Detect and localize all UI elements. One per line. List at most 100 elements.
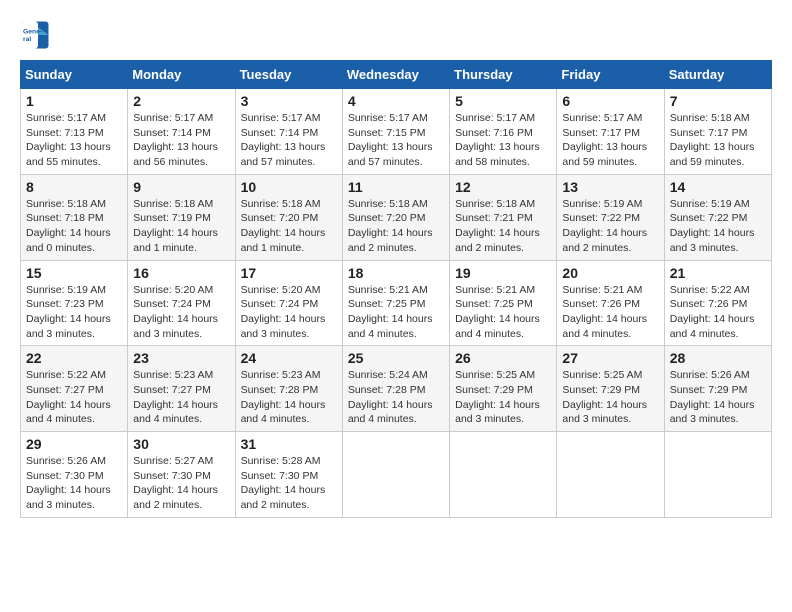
calendar-cell: 8 Sunrise: 5:18 AMSunset: 7:18 PMDayligh…: [21, 174, 128, 260]
calendar-cell: 20 Sunrise: 5:21 AMSunset: 7:26 PMDaylig…: [557, 260, 664, 346]
calendar-cell: 31 Sunrise: 5:28 AMSunset: 7:30 PMDaylig…: [235, 432, 342, 518]
day-number: 1: [26, 93, 122, 109]
day-number: 22: [26, 350, 122, 366]
day-detail: Sunrise: 5:17 AMSunset: 7:14 PMDaylight:…: [241, 112, 326, 168]
day-number: 16: [133, 265, 229, 281]
day-detail: Sunrise: 5:20 AMSunset: 7:24 PMDaylight:…: [133, 284, 218, 340]
day-detail: Sunrise: 5:25 AMSunset: 7:29 PMDaylight:…: [455, 369, 540, 425]
calendar-cell: 13 Sunrise: 5:19 AMSunset: 7:22 PMDaylig…: [557, 174, 664, 260]
calendar-cell: 19 Sunrise: 5:21 AMSunset: 7:25 PMDaylig…: [450, 260, 557, 346]
day-detail: Sunrise: 5:18 AMSunset: 7:18 PMDaylight:…: [26, 198, 111, 254]
day-number: 20: [562, 265, 658, 281]
day-detail: Sunrise: 5:22 AMSunset: 7:27 PMDaylight:…: [26, 369, 111, 425]
calendar-week-5: 29 Sunrise: 5:26 AMSunset: 7:30 PMDaylig…: [21, 432, 772, 518]
day-detail: Sunrise: 5:18 AMSunset: 7:20 PMDaylight:…: [348, 198, 433, 254]
calendar-week-2: 8 Sunrise: 5:18 AMSunset: 7:18 PMDayligh…: [21, 174, 772, 260]
day-detail: Sunrise: 5:17 AMSunset: 7:17 PMDaylight:…: [562, 112, 647, 168]
day-detail: Sunrise: 5:17 AMSunset: 7:13 PMDaylight:…: [26, 112, 111, 168]
day-detail: Sunrise: 5:24 AMSunset: 7:28 PMDaylight:…: [348, 369, 433, 425]
day-detail: Sunrise: 5:25 AMSunset: 7:29 PMDaylight:…: [562, 369, 647, 425]
calendar-cell: 7 Sunrise: 5:18 AMSunset: 7:17 PMDayligh…: [664, 89, 771, 175]
day-number: 25: [348, 350, 444, 366]
calendar-cell: 6 Sunrise: 5:17 AMSunset: 7:17 PMDayligh…: [557, 89, 664, 175]
calendar-cell: [557, 432, 664, 518]
svg-text:ral: ral: [23, 36, 31, 43]
calendar-cell: 21 Sunrise: 5:22 AMSunset: 7:26 PMDaylig…: [664, 260, 771, 346]
calendar-cell: 15 Sunrise: 5:19 AMSunset: 7:23 PMDaylig…: [21, 260, 128, 346]
col-thursday: Thursday: [450, 61, 557, 89]
logo: Gene- ral: [20, 20, 54, 50]
day-detail: Sunrise: 5:19 AMSunset: 7:22 PMDaylight:…: [670, 198, 755, 254]
day-number: 19: [455, 265, 551, 281]
calendar-cell: 18 Sunrise: 5:21 AMSunset: 7:25 PMDaylig…: [342, 260, 449, 346]
day-number: 26: [455, 350, 551, 366]
day-number: 9: [133, 179, 229, 195]
calendar-cell: 28 Sunrise: 5:26 AMSunset: 7:29 PMDaylig…: [664, 346, 771, 432]
calendar-cell: 23 Sunrise: 5:23 AMSunset: 7:27 PMDaylig…: [128, 346, 235, 432]
calendar-cell: 29 Sunrise: 5:26 AMSunset: 7:30 PMDaylig…: [21, 432, 128, 518]
col-tuesday: Tuesday: [235, 61, 342, 89]
day-detail: Sunrise: 5:21 AMSunset: 7:25 PMDaylight:…: [455, 284, 540, 340]
calendar-week-4: 22 Sunrise: 5:22 AMSunset: 7:27 PMDaylig…: [21, 346, 772, 432]
day-number: 8: [26, 179, 122, 195]
day-detail: Sunrise: 5:22 AMSunset: 7:26 PMDaylight:…: [670, 284, 755, 340]
day-number: 21: [670, 265, 766, 281]
day-number: 7: [670, 93, 766, 109]
header-row: Sunday Monday Tuesday Wednesday Thursday…: [21, 61, 772, 89]
day-number: 17: [241, 265, 337, 281]
calendar-cell: 25 Sunrise: 5:24 AMSunset: 7:28 PMDaylig…: [342, 346, 449, 432]
col-saturday: Saturday: [664, 61, 771, 89]
day-detail: Sunrise: 5:26 AMSunset: 7:29 PMDaylight:…: [670, 369, 755, 425]
day-detail: Sunrise: 5:18 AMSunset: 7:20 PMDaylight:…: [241, 198, 326, 254]
calendar-cell: 12 Sunrise: 5:18 AMSunset: 7:21 PMDaylig…: [450, 174, 557, 260]
calendar-cell: 24 Sunrise: 5:23 AMSunset: 7:28 PMDaylig…: [235, 346, 342, 432]
calendar-cell: 17 Sunrise: 5:20 AMSunset: 7:24 PMDaylig…: [235, 260, 342, 346]
day-detail: Sunrise: 5:21 AMSunset: 7:25 PMDaylight:…: [348, 284, 433, 340]
day-number: 11: [348, 179, 444, 195]
day-detail: Sunrise: 5:26 AMSunset: 7:30 PMDaylight:…: [26, 455, 111, 511]
day-number: 27: [562, 350, 658, 366]
day-detail: Sunrise: 5:18 AMSunset: 7:17 PMDaylight:…: [670, 112, 755, 168]
col-monday: Monday: [128, 61, 235, 89]
day-number: 28: [670, 350, 766, 366]
calendar-body: 1 Sunrise: 5:17 AMSunset: 7:13 PMDayligh…: [21, 89, 772, 518]
day-number: 4: [348, 93, 444, 109]
calendar-cell: [342, 432, 449, 518]
calendar-week-3: 15 Sunrise: 5:19 AMSunset: 7:23 PMDaylig…: [21, 260, 772, 346]
calendar-cell: 16 Sunrise: 5:20 AMSunset: 7:24 PMDaylig…: [128, 260, 235, 346]
day-number: 29: [26, 436, 122, 452]
day-detail: Sunrise: 5:18 AMSunset: 7:19 PMDaylight:…: [133, 198, 218, 254]
day-number: 5: [455, 93, 551, 109]
day-detail: Sunrise: 5:20 AMSunset: 7:24 PMDaylight:…: [241, 284, 326, 340]
calendar-cell: 10 Sunrise: 5:18 AMSunset: 7:20 PMDaylig…: [235, 174, 342, 260]
day-number: 3: [241, 93, 337, 109]
day-number: 2: [133, 93, 229, 109]
svg-text:Gene-: Gene-: [23, 29, 42, 36]
calendar-cell: 22 Sunrise: 5:22 AMSunset: 7:27 PMDaylig…: [21, 346, 128, 432]
calendar-cell: 2 Sunrise: 5:17 AMSunset: 7:14 PMDayligh…: [128, 89, 235, 175]
calendar-cell: 4 Sunrise: 5:17 AMSunset: 7:15 PMDayligh…: [342, 89, 449, 175]
day-detail: Sunrise: 5:17 AMSunset: 7:16 PMDaylight:…: [455, 112, 540, 168]
col-sunday: Sunday: [21, 61, 128, 89]
calendar-cell: 1 Sunrise: 5:17 AMSunset: 7:13 PMDayligh…: [21, 89, 128, 175]
day-detail: Sunrise: 5:23 AMSunset: 7:27 PMDaylight:…: [133, 369, 218, 425]
day-number: 31: [241, 436, 337, 452]
calendar-cell: [450, 432, 557, 518]
day-number: 12: [455, 179, 551, 195]
day-detail: Sunrise: 5:19 AMSunset: 7:23 PMDaylight:…: [26, 284, 111, 340]
day-number: 24: [241, 350, 337, 366]
day-number: 6: [562, 93, 658, 109]
calendar-table: Sunday Monday Tuesday Wednesday Thursday…: [20, 60, 772, 518]
calendar-cell: 11 Sunrise: 5:18 AMSunset: 7:20 PMDaylig…: [342, 174, 449, 260]
calendar-cell: 3 Sunrise: 5:17 AMSunset: 7:14 PMDayligh…: [235, 89, 342, 175]
calendar-cell: 30 Sunrise: 5:27 AMSunset: 7:30 PMDaylig…: [128, 432, 235, 518]
header: Gene- ral: [20, 20, 772, 50]
calendar-week-1: 1 Sunrise: 5:17 AMSunset: 7:13 PMDayligh…: [21, 89, 772, 175]
day-number: 23: [133, 350, 229, 366]
day-number: 13: [562, 179, 658, 195]
day-detail: Sunrise: 5:17 AMSunset: 7:15 PMDaylight:…: [348, 112, 433, 168]
calendar-cell: 9 Sunrise: 5:18 AMSunset: 7:19 PMDayligh…: [128, 174, 235, 260]
calendar-cell: [664, 432, 771, 518]
day-number: 30: [133, 436, 229, 452]
calendar-cell: 14 Sunrise: 5:19 AMSunset: 7:22 PMDaylig…: [664, 174, 771, 260]
